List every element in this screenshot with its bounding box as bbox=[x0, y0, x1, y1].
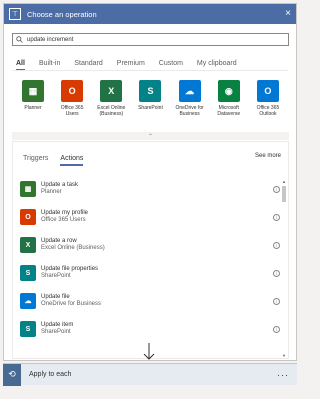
search-input[interactable]: update increment bbox=[12, 33, 289, 46]
scroll-down-icon[interactable]: ▼ bbox=[282, 353, 286, 358]
onedrive-icon: ☁ bbox=[178, 80, 201, 102]
tab-triggers[interactable]: Triggers bbox=[23, 155, 48, 162]
info-icon[interactable]: i bbox=[273, 241, 280, 249]
more-options-icon[interactable]: ··· bbox=[277, 370, 289, 380]
collapse-toggle[interactable]: ⌃ bbox=[12, 132, 289, 140]
info-icon[interactable]: i bbox=[273, 297, 280, 305]
action-title: Update a row bbox=[41, 238, 77, 244]
action-list: ▦ Update a task Planner i O Update my profile… bbox=[20, 175, 286, 343]
tab-custom[interactable]: Custom bbox=[159, 60, 183, 67]
info-icon[interactable]: i bbox=[273, 269, 280, 277]
action-item[interactable]: ☁ Update file OneDrive for Business i bbox=[20, 287, 286, 315]
scroll-up-icon[interactable]: ▲ bbox=[282, 179, 286, 184]
dataverse-icon: ◉ bbox=[217, 80, 240, 102]
connector-list: ▦ Planner O Office 365 Users X Excel Online (… bbox=[12, 80, 289, 130]
connector-outlook[interactable]: O Office 365 Outlook bbox=[251, 80, 285, 130]
connector-label: Office 365 Users bbox=[60, 105, 84, 117]
action-text: Update a task Planner bbox=[41, 182, 78, 196]
connector-onedrive[interactable]: ☁ OneDrive for Business bbox=[173, 80, 207, 130]
info-icon[interactable]: i bbox=[273, 213, 280, 221]
action-item[interactable]: X Update a row Excel Online (Business) i bbox=[20, 231, 286, 259]
close-icon[interactable]: × bbox=[285, 9, 291, 19]
tab-premium[interactable]: Premium bbox=[117, 60, 145, 67]
office365-icon: O bbox=[61, 80, 84, 102]
connector-sharepoint[interactable]: S SharePoint bbox=[133, 80, 167, 130]
arrow-down-icon bbox=[143, 343, 155, 360]
planner-icon: ▦ bbox=[20, 181, 36, 197]
onedrive-icon: ☁ bbox=[20, 293, 36, 309]
scrollbar[interactable]: ▲ ▼ bbox=[281, 179, 287, 358]
actions-panel: Triggers Actions See more ▦ Update a task… bbox=[12, 141, 289, 359]
apply-to-each-card[interactable]: ⟲ Apply to each ··· bbox=[3, 363, 297, 386]
panel-header: ⊤ Choose an operation × bbox=[4, 4, 296, 24]
action-title: Update file bbox=[41, 294, 70, 300]
outlook-icon: O bbox=[256, 80, 279, 102]
action-title: Update file properties bbox=[41, 266, 99, 272]
info-icon[interactable]: i bbox=[273, 185, 280, 193]
search-icon bbox=[16, 36, 23, 43]
connector-dataverse[interactable]: ◉ Microsoft Dataverse bbox=[212, 80, 246, 130]
connector-excel[interactable]: X Excel Online (Business) bbox=[94, 80, 128, 130]
action-text: Update file OneDrive for Business bbox=[41, 294, 101, 308]
action-item[interactable]: ▦ Update a task Planner i bbox=[20, 175, 286, 203]
search-value: update increment bbox=[27, 36, 74, 43]
action-connector: SharePoint bbox=[41, 273, 71, 279]
connector-label: SharePoint bbox=[138, 105, 163, 111]
excel-icon: X bbox=[100, 80, 123, 102]
action-text: Update my profile Office 365 Users bbox=[41, 210, 88, 224]
loop-icon: ⟲ bbox=[3, 363, 21, 386]
tab-my-clipboard[interactable]: My clipboard bbox=[197, 60, 237, 67]
excel-icon: X bbox=[20, 237, 36, 253]
action-connector: OneDrive for Business bbox=[41, 301, 102, 307]
connector-label: Excel Online (Business) bbox=[97, 105, 126, 117]
connector-label: Office 365 Outlook bbox=[256, 105, 280, 117]
choose-operation-panel: ⊤ Choose an operation × update increment… bbox=[3, 3, 297, 361]
office365-icon: O bbox=[20, 209, 36, 225]
action-tabs: Triggers Actions bbox=[23, 155, 95, 166]
panel-title: Choose an operation bbox=[27, 9, 97, 19]
action-title: Update my profile bbox=[41, 210, 89, 216]
action-text: Update a row Excel Online (Business) bbox=[41, 238, 105, 252]
tab-actions[interactable]: Actions bbox=[60, 155, 83, 166]
action-text: Update item SharePoint bbox=[41, 322, 73, 336]
action-connector: Excel Online (Business) bbox=[41, 245, 105, 251]
connector-planner[interactable]: ▦ Planner bbox=[16, 80, 50, 130]
connector-label: Microsoft Dataverse bbox=[217, 105, 241, 117]
planner-icon: ▦ bbox=[22, 80, 44, 102]
sharepoint-icon: S bbox=[20, 321, 36, 337]
action-connector: Office 365 Users bbox=[41, 217, 86, 223]
apply-to-each-label: Apply to each bbox=[29, 371, 72, 378]
tab-built-in[interactable]: Built-in bbox=[39, 60, 60, 67]
sharepoint-icon: S bbox=[139, 80, 162, 102]
action-item[interactable]: S Update file properties SharePoint i bbox=[20, 259, 286, 287]
info-icon[interactable]: i bbox=[273, 325, 280, 333]
action-text: Update file properties SharePoint bbox=[41, 266, 98, 280]
action-connector: SharePoint bbox=[41, 329, 71, 335]
operation-icon: ⊤ bbox=[9, 8, 21, 20]
action-title: Update item bbox=[41, 322, 74, 328]
action-item[interactable]: O Update my profile Office 365 Users i bbox=[20, 203, 286, 231]
connector-office365[interactable]: O Office 365 Users bbox=[55, 80, 89, 130]
chevron-up-icon: ⌃ bbox=[147, 133, 154, 140]
action-connector: Planner bbox=[41, 189, 62, 195]
sharepoint-icon: S bbox=[20, 265, 36, 281]
connector-label: OneDrive for Business bbox=[175, 105, 204, 117]
scrollbar-thumb[interactable] bbox=[282, 186, 286, 202]
tab-standard[interactable]: Standard bbox=[74, 60, 102, 67]
category-tabs: All Built-in Standard Premium Custom My … bbox=[16, 60, 251, 71]
see-more-link[interactable]: See more bbox=[255, 153, 281, 159]
tab-all[interactable]: All bbox=[16, 60, 25, 71]
tab-divider bbox=[12, 70, 288, 71]
action-title: Update a task bbox=[41, 182, 79, 188]
action-item[interactable]: S Update item SharePoint i bbox=[20, 315, 286, 343]
connector-label: Planner bbox=[24, 105, 42, 111]
